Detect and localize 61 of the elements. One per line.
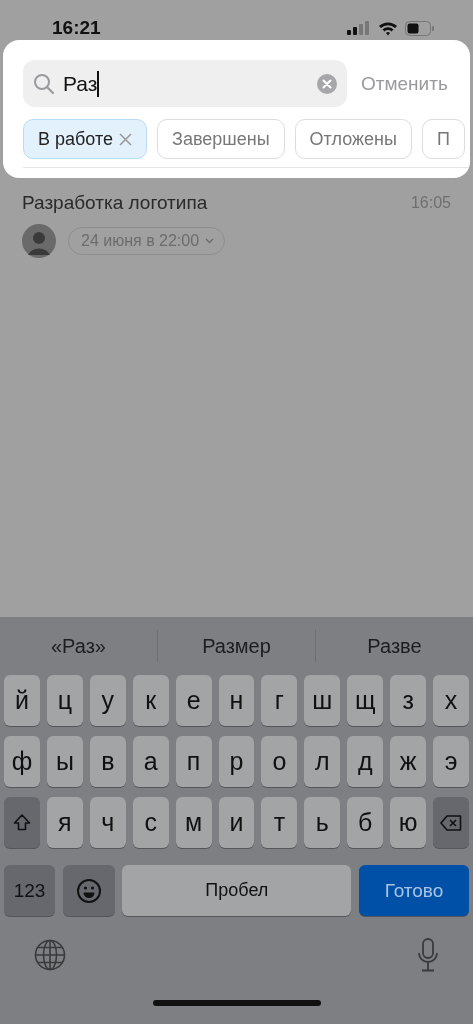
search-field[interactable]: Раз <box>23 60 347 107</box>
close-icon[interactable] <box>119 132 132 146</box>
letter-key[interactable]: ц <box>46 675 83 726</box>
chevron-down-icon <box>205 238 215 244</box>
letter-key[interactable]: ж <box>390 736 427 787</box>
letter-key[interactable]: з <box>390 675 427 726</box>
search-text: Раз <box>63 71 98 96</box>
battery-icon <box>405 20 435 36</box>
filter-chip[interactable]: Завершены <box>157 119 285 159</box>
microphone-icon[interactable] <box>417 938 439 972</box>
letter-key[interactable]: ю <box>390 797 427 848</box>
suggestion[interactable]: Разве <box>315 630 473 662</box>
letter-key[interactable]: о <box>261 736 298 787</box>
letter-key[interactable]: с <box>132 797 169 848</box>
task-title: Разработка логотипа <box>22 192 208 214</box>
letter-key[interactable]: п <box>175 736 212 787</box>
backspace-icon <box>440 814 462 831</box>
space-key[interactable]: Пробел <box>122 865 352 916</box>
letter-key[interactable]: д <box>347 736 384 787</box>
filter-chip[interactable]: Отложены <box>294 119 412 159</box>
globe-icon[interactable] <box>34 939 66 971</box>
letter-key[interactable]: й <box>4 675 40 726</box>
clear-icon[interactable] <box>317 73 337 94</box>
letter-key[interactable]: в <box>89 736 126 787</box>
letter-key[interactable]: э <box>433 736 469 787</box>
letter-key[interactable]: е <box>175 675 212 726</box>
letter-key[interactable]: ы <box>46 736 83 787</box>
backspace-key[interactable] <box>433 797 469 848</box>
shift-key[interactable] <box>4 797 40 848</box>
wifi-icon <box>378 20 398 36</box>
shift-icon <box>12 814 31 831</box>
signal-icon <box>347 21 371 35</box>
suggestion[interactable]: «Раз» <box>0 630 157 662</box>
emoji-key[interactable] <box>62 865 115 916</box>
status-time: 16:21 <box>52 16 101 40</box>
done-key[interactable]: Готово <box>358 865 469 916</box>
letter-key[interactable]: л <box>304 736 341 787</box>
letter-key[interactable]: ь <box>304 797 341 848</box>
letter-key[interactable]: а <box>132 736 169 787</box>
letter-key[interactable]: т <box>261 797 298 848</box>
suggestion[interactable]: Размер <box>157 630 315 662</box>
letter-key[interactable]: р <box>218 736 255 787</box>
letter-key[interactable]: у <box>89 675 126 726</box>
emoji-icon <box>75 877 102 904</box>
filter-chip[interactable]: П <box>421 119 465 159</box>
letter-key[interactable]: х <box>433 675 469 726</box>
letter-key[interactable]: я <box>46 797 83 848</box>
filter-chip[interactable]: В работе <box>23 119 147 159</box>
letter-key[interactable]: н <box>218 675 255 726</box>
letter-key[interactable]: б <box>347 797 384 848</box>
letter-key[interactable]: м <box>175 797 212 848</box>
letter-key[interactable]: г <box>261 675 298 726</box>
letter-key[interactable]: ф <box>4 736 40 787</box>
avatar <box>22 224 56 258</box>
letter-key[interactable]: к <box>132 675 169 726</box>
letter-key[interactable]: ш <box>304 675 341 726</box>
text-cursor <box>97 70 100 97</box>
letter-key[interactable]: ч <box>89 797 126 848</box>
letter-key[interactable]: щ <box>347 675 384 726</box>
letter-key[interactable]: и <box>218 797 255 848</box>
search-icon <box>33 72 55 95</box>
